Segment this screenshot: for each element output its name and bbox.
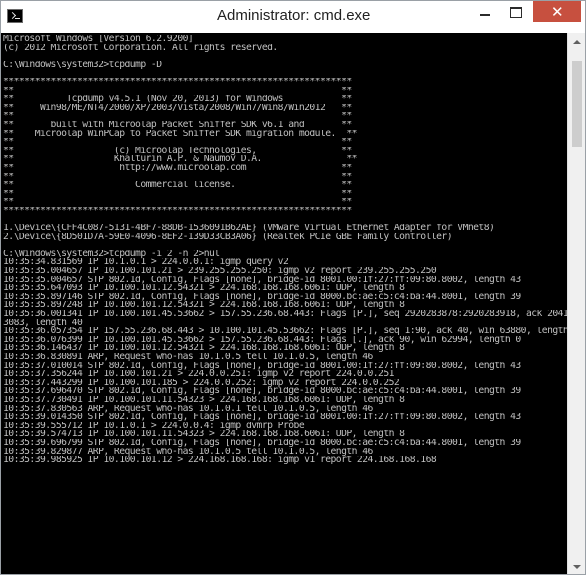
console-line: ** Microolap WinPCap to Packet Sniffer S…	[3, 129, 357, 139]
scroll-up-icon[interactable]	[568, 33, 585, 50]
console-line: ** Commercial license. **	[3, 181, 352, 190]
scroll-down-icon[interactable]	[568, 559, 585, 574]
console-line: ** **	[3, 198, 352, 207]
console-line: 10:35:34.831569 IP 10.1.0.1 > 224.0.0.1:…	[3, 258, 289, 268]
console-line: ** **	[3, 138, 352, 147]
console-line: C:\Windows\system32>tcpdump -D	[3, 60, 162, 70]
console-line: 10:35:36.076399 IP 10.100.101.45.53662 >…	[3, 335, 521, 345]
console-line: 10:35:35.004657 IP 10.100.101.21 > 239.2…	[3, 267, 437, 276]
console-line: 10:35:36.146437 IP 10.100.101.12.54321 >…	[3, 344, 405, 353]
console-line: 10:35:37.443299 IP 10.100.101.185 > 224.…	[3, 378, 400, 388]
console-line: 1.\Device\{CFF4C087-5131-4BF7-88DB-15360…	[3, 224, 495, 233]
console-line: 10:35:39.555712 IP 10.1.0.1 > 224.0.0.4:…	[3, 421, 305, 431]
console-line: 3083, length 40	[3, 318, 83, 328]
console-line: ****************************************…	[3, 206, 352, 216]
console-line: 10:35:37.830563 ARP, Request who-has 10.…	[3, 404, 373, 414]
title-bar[interactable]: Administrator: cmd.exe ✕	[1, 1, 585, 33]
minimize-button[interactable]	[471, 1, 499, 22]
console-line: ****************************************…	[3, 77, 352, 87]
scroll-thumb[interactable]	[572, 61, 582, 147]
cmd-icon[interactable]	[7, 9, 23, 23]
console-line: 10:35:37.696470 STP 802.1d, Config, Flag…	[3, 387, 521, 396]
vertical-scrollbar[interactable]	[567, 33, 585, 574]
console-line: ** Tcpdump v4.5.1 (Nov 20, 2013) for Win…	[3, 95, 352, 104]
console-line: Microsoft Windows [Version 6.2.9200]	[3, 35, 194, 44]
console-line: 10:35:35.004657 STP 802.1d, Config, Flag…	[3, 275, 521, 285]
console-line: 10:35:37.010014 STP 802.1d, Config, Flag…	[3, 361, 521, 371]
window-title: Administrator: cmd.exe	[217, 7, 371, 24]
console-line: (c) 2012 Microsoft Corporation. All righ…	[3, 43, 278, 53]
console-line: ** (c) Microolap Technologies, **	[3, 146, 352, 156]
console-line: ** Win98/ME/NT4/2000/XP/2003/Vista/2008/…	[3, 103, 352, 113]
cmd-window: Administrator: cmd.exe ✕ Microsoft Windo…	[0, 0, 586, 575]
console-line: 10:35:39.014350 STP 802.1d, Config, Flag…	[3, 413, 521, 422]
console-line: ** http://www.microolap.com **	[3, 163, 352, 173]
console-line: C:\Windows\system32>tcpdump -i 2 -n 2>nu…	[3, 249, 220, 259]
console-line: 10:35:36.057354 IP 157.55.236.68.443 > 1…	[3, 327, 567, 336]
console-line: 10:35:36.830891 ARP, Request who-has 10.…	[3, 352, 373, 362]
console-line: 10:35:37.356244 IP 10.100.101.21 > 224.0…	[3, 370, 394, 379]
close-icon: ✕	[551, 3, 564, 21]
console-line: 10:35:39.696799 STP 802.1d, Config, Flag…	[3, 438, 521, 448]
console-line: 10:35:39.574713 IP 10.100.101.11.54323 >…	[3, 430, 405, 439]
console-line: 10:35:35.647093 IP 10.100.101.12.54321 >…	[3, 284, 405, 293]
console-line: 10:35:39.829877 ARP, Request who-has 10.…	[3, 447, 373, 457]
console-line: 10:35:36.001341 IP 10.100.101.45.53662 >…	[3, 310, 567, 319]
console-line: ** **	[3, 172, 352, 182]
console-line: 10:35:35.897146 STP 802.1d, Config, Flag…	[3, 292, 521, 302]
console-line: 2.\Device\{8D501D7A-59E0-4096-8EF2-139D3…	[3, 232, 453, 242]
close-button[interactable]: ✕	[533, 1, 581, 22]
console-line: 10:35:39.985925 IP 10.100.101.12 > 224.1…	[3, 456, 437, 465]
console-line: ** **	[3, 189, 352, 199]
console-line: 10:35:35.897248 IP 10.100.101.12.54321 >…	[3, 301, 405, 310]
console-line: ** **	[3, 112, 352, 121]
console-output[interactable]: Microsoft Windows [Version 6.2.9200] (c) …	[1, 33, 567, 574]
maximize-button[interactable]	[501, 1, 529, 22]
console-line: ** built with Microolap Packet Sniffer S…	[3, 120, 352, 130]
console-line: 10:35:37.730491 IP 10.100.101.11.54323 >…	[3, 395, 405, 405]
console-line: ** Khalturin A.P. & Naumov D.A. **	[3, 155, 357, 164]
console-line: ** **	[3, 86, 352, 96]
